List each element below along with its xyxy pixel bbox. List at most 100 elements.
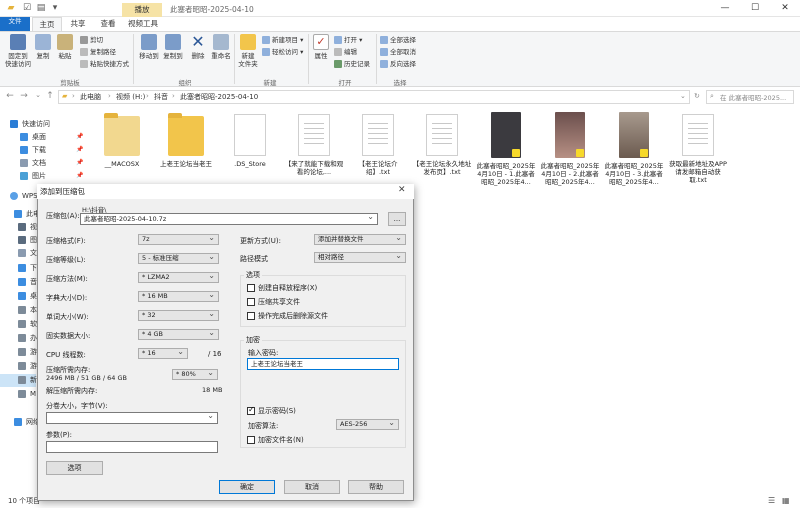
compress-shared-checkbox[interactable]: 压缩共享文件 <box>247 297 300 307</box>
recent-dropdown-icon[interactable]: ⌄ <box>32 91 44 99</box>
search-placeholder[interactable]: 在 此塞者昭昭-2025... <box>720 92 786 102</box>
select-none-button[interactable]: 全部取消 <box>380 47 416 57</box>
sidebar-item-videos[interactable]: 视 <box>18 221 37 234</box>
new-folder-button[interactable]: 新建 文件夹 <box>236 34 260 68</box>
solid-size-select[interactable]: * 4 GB <box>138 329 219 340</box>
sidebar-item-local-disk[interactable]: 本 <box>18 304 37 317</box>
level-select[interactable]: 5 - 标准压缩 <box>138 253 219 264</box>
copy-path-button[interactable]: 复制路径 <box>80 47 116 57</box>
tab-file[interactable]: 文件 <box>0 17 30 31</box>
sidebar-item-music[interactable]: 音 <box>18 276 37 289</box>
file-item[interactable]: 此塞者昭昭_2025年4月10日 - 1.此塞者昭昭_2025年4... <box>476 112 536 186</box>
sidebar-item-downloads-pc[interactable]: 下 <box>18 262 37 275</box>
encrypt-names-checkbox[interactable]: 加密文件名(N) <box>247 435 304 445</box>
file-item[interactable]: 此塞者昭昭_2025年4月10日 - 3.此塞者昭昭_2025年4... <box>604 112 664 186</box>
sidebar-item-pictures-pc[interactable]: 图 <box>18 234 37 247</box>
password-input[interactable]: 上老王论坛当老王 <box>247 358 399 370</box>
sidebar-item-quick-access[interactable]: 快速访问 <box>10 118 50 131</box>
help-button[interactable]: 帮助 <box>348 480 404 494</box>
new-folder-icon[interactable]: ▤ <box>36 3 46 13</box>
sidebar-item-drive-office[interactable]: 办 <box>18 332 37 345</box>
tab-video-tools[interactable]: 视频工具 <box>124 17 162 31</box>
file-item[interactable]: .DS_Store <box>220 114 280 168</box>
encryption-method-select[interactable]: AES-256 <box>336 419 399 430</box>
pin-quick-access-button[interactable]: 固定到 快速访问 <box>4 34 32 68</box>
sidebar-item-drive-games[interactable]: 游 <box>18 346 37 359</box>
sidebar-item-wps[interactable]: WPS <box>10 190 38 203</box>
edit-button[interactable]: 编辑 <box>334 47 357 57</box>
chevron-right-icon[interactable]: › <box>108 92 111 100</box>
details-view-icon[interactable]: ☰ <box>768 496 775 505</box>
breadcrumb-douyin[interactable]: 抖音 <box>154 92 168 102</box>
sidebar-item-desktop-pc[interactable]: 桌 <box>18 290 37 303</box>
properties-button[interactable]: ✓ 属性 <box>310 34 332 60</box>
address-bar[interactable] <box>58 90 690 104</box>
chevron-right-icon[interactable]: › <box>146 92 149 100</box>
split-volume-combo[interactable] <box>46 412 218 424</box>
options-button[interactable]: 选项 <box>46 461 103 475</box>
paste-shortcut-button[interactable]: 粘贴快捷方式 <box>80 59 129 69</box>
archive-name-combo[interactable]: 此塞者昭昭-2025-04-10.7z <box>80 213 378 225</box>
breadcrumb-this-pc[interactable]: 此电脑 <box>80 92 101 102</box>
sidebar-item-downloads[interactable]: 下载 <box>20 144 46 157</box>
easy-access-button[interactable]: 轻松访问 ▾ <box>262 47 303 57</box>
tab-home[interactable]: 主页 <box>32 17 62 31</box>
dictionary-select[interactable]: * 16 MB <box>138 291 219 302</box>
method-select[interactable]: * LZMA2 <box>138 272 219 283</box>
back-arrow-icon[interactable]: ← <box>4 91 16 101</box>
dialog-close-icon[interactable]: ✕ <box>398 185 406 195</box>
history-button[interactable]: 历史记录 <box>334 59 370 69</box>
forward-arrow-icon[interactable]: → <box>18 91 30 101</box>
browse-button[interactable]: ... <box>388 212 406 226</box>
paste-button[interactable]: 粘贴 <box>56 34 74 60</box>
file-item[interactable]: 此塞者昭昭_2025年4月10日 - 2.此塞者昭昭_2025年4... <box>540 112 600 186</box>
select-all-button[interactable]: 全部选择 <box>380 35 416 45</box>
move-to-button[interactable]: 移动到 <box>138 34 160 60</box>
threads-select[interactable]: * 16 <box>138 348 188 359</box>
breadcrumb-current-folder[interactable]: 此塞者昭昭-2025-04-10 <box>180 92 258 102</box>
chevron-right-icon[interactable]: › <box>72 92 75 100</box>
tab-view[interactable]: 查看 <box>94 17 122 31</box>
path-mode-select[interactable]: 相对路径 <box>314 252 406 263</box>
sidebar-item-desktop[interactable]: 桌面 <box>20 131 46 144</box>
open-button[interactable]: 打开 ▾ <box>334 35 362 45</box>
up-arrow-icon[interactable]: ↑ <box>44 91 56 101</box>
update-mode-select[interactable]: 添加并替换文件 <box>314 234 406 245</box>
sidebar-item-documents[interactable]: 文档 <box>20 157 46 170</box>
sidebar-item-drive-new[interactable]: 新 <box>0 374 37 387</box>
sidebar-item-documents-pc[interactable]: 文 <box>18 247 37 260</box>
invert-selection-button[interactable]: 反向选择 <box>380 59 416 69</box>
tab-share[interactable]: 共享 <box>64 17 92 31</box>
ok-button[interactable]: 确定 <box>219 480 275 494</box>
close-button[interactable]: ✕ <box>770 0 800 17</box>
copy-button[interactable]: 复制 <box>34 34 52 60</box>
maximize-button[interactable]: ☐ <box>740 0 770 17</box>
show-password-checkbox[interactable]: 显示密码(S) <box>247 405 296 416</box>
delete-after-checkbox[interactable]: 操作完成后删除源文件 <box>247 311 328 321</box>
pin-icon[interactable]: 📌 <box>76 159 83 166</box>
sidebar-item-pictures[interactable]: 图片 <box>20 170 46 183</box>
rename-button[interactable]: 重命名 <box>210 34 232 60</box>
pin-icon[interactable]: 📌 <box>76 133 83 140</box>
delete-button[interactable]: ✕ 删除 <box>188 34 208 61</box>
memory-percent-select[interactable]: * 80% <box>172 369 218 380</box>
file-item[interactable]: 获取最新地址及APP请发邮箱自动获取.txt <box>668 114 728 184</box>
cancel-button[interactable]: 取消 <box>284 480 340 494</box>
file-item[interactable]: 【老王论坛介绍】.txt <box>348 114 408 176</box>
parameters-input[interactable] <box>46 441 218 453</box>
file-item[interactable]: __MACOSX <box>92 113 152 168</box>
properties-icon[interactable]: ☑ <box>22 3 32 13</box>
address-dropdown-icon[interactable]: ⌄ <box>680 92 686 100</box>
minimize-button[interactable]: — <box>710 0 740 17</box>
manage-tab[interactable]: 播放 <box>122 3 162 17</box>
word-size-select[interactable]: * 32 <box>138 310 219 321</box>
pin-icon[interactable]: 📌 <box>76 172 83 179</box>
format-select[interactable]: 7z <box>138 234 219 245</box>
sidebar-item-drive-soft[interactable]: 软 <box>18 318 37 331</box>
file-item[interactable]: 上老王论坛当老王 <box>156 113 216 168</box>
breadcrumb-drive[interactable]: 视频 (H:) <box>116 92 145 102</box>
chevron-right-icon[interactable]: › <box>172 92 175 100</box>
file-item[interactable]: 【老王论坛永久地址发布页】.txt <box>412 114 472 176</box>
sidebar-item-drive-games-2[interactable]: 游 <box>18 360 37 373</box>
copy-to-button[interactable]: 复制到 <box>162 34 184 60</box>
